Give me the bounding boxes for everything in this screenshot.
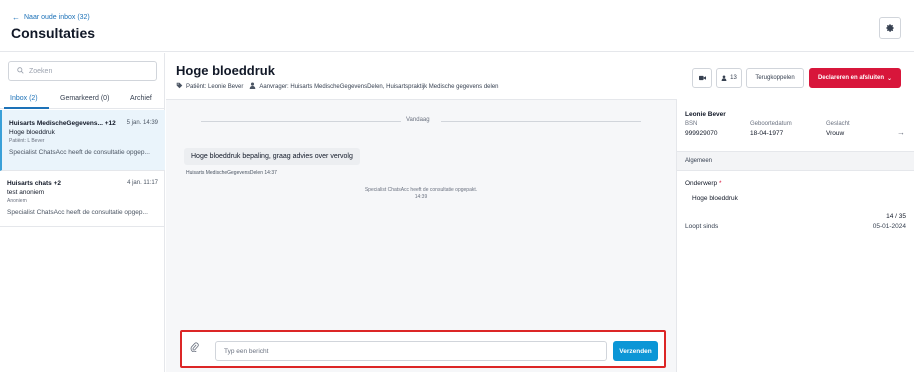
gender-value: Vrouw xyxy=(826,130,845,137)
gear-icon xyxy=(886,24,894,32)
system-message: Specialist ChatsAcc heeft de consultatie… xyxy=(364,187,478,193)
chevron-down-icon: ⌄ xyxy=(887,75,893,82)
consultation-header: Hoge bloeddruk Patiënt: Leonie Bever Aan… xyxy=(166,53,676,99)
bsn-label: BSN xyxy=(685,121,698,127)
active-tab-indicator xyxy=(4,107,49,109)
tab-inbox[interactable]: Inbox (2) xyxy=(10,95,38,102)
bsn-value: 999929070 xyxy=(685,130,718,137)
declare-button-label: Declareren en afsluiten xyxy=(817,75,884,81)
consultation-meta: Patiënt: Leonie Bever Aanvrager: Huisart… xyxy=(176,82,499,91)
running-since-value: 05-01-2024 xyxy=(872,223,906,230)
dob-label: Geboortedatum xyxy=(750,121,792,127)
person-icon xyxy=(721,75,727,81)
gender-label: Geslacht xyxy=(826,121,850,127)
message-composer: Verzenden xyxy=(180,330,666,368)
conversation-preview: Specialist ChatsAcc heeft de consultatie… xyxy=(7,209,148,216)
conversation-subject: test anoniem xyxy=(7,189,45,196)
conversation-sender: Huisarts MedischeGegevens... +12 xyxy=(9,120,116,127)
video-camera-icon xyxy=(698,75,706,81)
settings-button[interactable] xyxy=(879,17,901,39)
arrow-left-icon: ← xyxy=(12,13,20,22)
arrow-right-icon[interactable]: → xyxy=(897,128,905,137)
video-call-button[interactable] xyxy=(692,68,712,88)
date-divider-label: Vandaag xyxy=(406,117,430,123)
declare-and-close-button[interactable]: Declareren en afsluiten ⌄ xyxy=(809,68,901,88)
dob-value: 18-04-1977 xyxy=(750,130,784,137)
top-header: ← Naar oude inbox (32) Consultaties xyxy=(0,0,914,52)
conversation-subject: Hoge bloeddruk xyxy=(9,129,55,136)
page-title: Consultaties xyxy=(11,25,96,41)
page: ← Naar oude inbox (32) Consultaties Zoek… xyxy=(0,0,914,372)
message-bubble: Hoge bloeddruk bepaling, graag advies ov… xyxy=(184,148,360,165)
message-input[interactable] xyxy=(215,341,607,361)
system-message-time: 14:39 xyxy=(414,194,428,200)
requester-label: Aanvrager: Huisarts MedischeGegevensDele… xyxy=(259,83,499,90)
section-algemeen: Algemeen xyxy=(677,151,914,171)
conversation-sidebar: Zoeken Inbox (2) Gemarkeerd (0) Archief … xyxy=(0,53,165,372)
participants-button[interactable]: 13 xyxy=(716,68,742,88)
conversation-item[interactable]: Huisarts chats +2 4 jan. 11:17 test anon… xyxy=(0,172,165,227)
date-divider-line xyxy=(201,121,401,122)
conversation-time: 5 jan. 14:39 xyxy=(126,120,158,126)
conversation-patient: Patiënt: L Bever xyxy=(9,138,45,144)
consultation-title: Hoge bloeddruk xyxy=(176,63,275,78)
search-input[interactable]: Zoeken xyxy=(8,61,157,81)
conversation-time: 4 jan. 11:17 xyxy=(127,180,158,186)
search-placeholder: Zoeken xyxy=(29,67,53,75)
date-divider-line xyxy=(441,121,641,122)
subject-field[interactable]: Hoge bloeddruk xyxy=(692,195,738,202)
conversation-patient: Anoniem xyxy=(7,198,27,204)
patient-name: Leonie Bever xyxy=(685,111,726,118)
patient-panel: Leonie Bever BSN 999929070 Geboortedatum… xyxy=(676,99,914,372)
terugkoppelen-button[interactable]: Terugkoppelen xyxy=(746,68,804,88)
patient-label: Patiënt: Leonie Bever xyxy=(186,83,244,90)
person-icon xyxy=(249,82,256,91)
conversation-preview: Specialist ChatsAcc heeft de consultatie… xyxy=(9,149,150,156)
search-icon xyxy=(17,66,24,76)
tab-gemarkeerd[interactable]: Gemarkeerd (0) xyxy=(60,95,109,102)
back-to-old-inbox-link[interactable]: ← Naar oude inbox (32) xyxy=(12,13,90,22)
participants-count: 13 xyxy=(730,75,737,81)
tab-archief[interactable]: Archief xyxy=(130,95,152,102)
message-meta: Huisarts MedischeGegevensDelen 14:37 xyxy=(186,170,277,176)
back-link-label: Naar oude inbox (32) xyxy=(24,14,90,21)
send-button[interactable]: Verzenden xyxy=(613,341,658,361)
conversation-sender: Huisarts chats +2 xyxy=(7,180,62,187)
conversation-item[interactable]: Huisarts MedischeGegevens... +12 5 jan. … xyxy=(0,110,165,171)
inbox-tabs: Inbox (2) Gemarkeerd (0) Archief xyxy=(0,89,165,109)
chat-area: Vandaag Hoge bloeddruk bepaling, graag a… xyxy=(166,99,676,372)
character-counter: 14 / 35 xyxy=(886,213,906,220)
required-marker: * xyxy=(718,180,722,187)
running-since-label: Loopt sinds xyxy=(685,223,719,230)
subject-label: Onderwerp * xyxy=(685,180,722,187)
paperclip-icon[interactable] xyxy=(190,342,199,355)
tag-icon xyxy=(176,82,183,91)
